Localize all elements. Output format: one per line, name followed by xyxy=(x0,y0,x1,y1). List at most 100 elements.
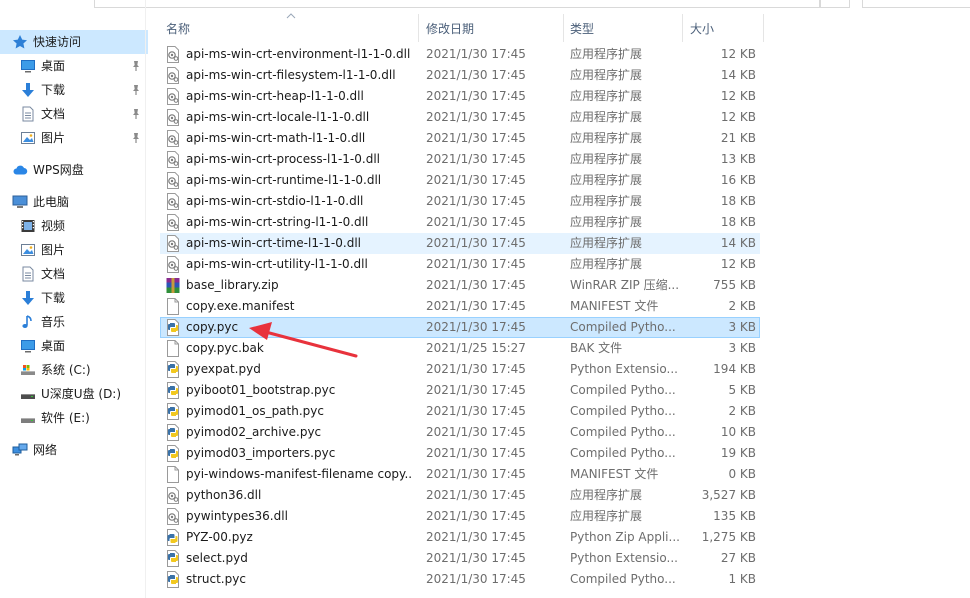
cloud-icon xyxy=(12,162,28,178)
address-bar[interactable] xyxy=(94,0,820,8)
column-resize-handle[interactable] xyxy=(682,14,683,42)
file-row[interactable]: PYZ-00.pyz 2021/1/30 17:45 Python Zip Appl… xyxy=(160,527,760,548)
column-resize-handle[interactable] xyxy=(763,14,764,42)
desktop-icon xyxy=(20,58,36,74)
sidebar-item[interactable]: 下载 xyxy=(0,286,148,310)
file-name: api-ms-win-crt-environment-l1-1-0.dll xyxy=(186,47,411,61)
file-row[interactable]: api-ms-win-crt-locale-l1-1-0.dll 2021/1/3… xyxy=(160,107,760,128)
desktop-icon xyxy=(20,338,36,354)
file-name: base_library.zip xyxy=(186,278,279,292)
file-row[interactable]: api-ms-win-crt-string-l1-1-0.dll 2021/1/3… xyxy=(160,212,760,233)
file-size: 5 KB xyxy=(728,383,756,397)
sidebar-item[interactable]: 桌面 xyxy=(0,54,148,78)
column-header-date-label: 修改日期 xyxy=(426,21,475,36)
computer-icon xyxy=(12,194,28,210)
file-row[interactable]: copy.exe.manifest 2021/1/30 17:45 MANIFEST… xyxy=(160,296,760,317)
file-size: 13 KB xyxy=(720,152,756,166)
sidebar-item[interactable]: 文档 xyxy=(0,262,148,286)
file-row[interactable]: select.pyd 2021/1/30 17:45 Python Extensio… xyxy=(160,548,760,569)
file-row[interactable]: pywintypes36.dll 2021/1/30 17:45 应用程序扩展 135… xyxy=(160,506,760,527)
sidebar-item[interactable]: 下载 xyxy=(0,78,148,102)
file-row[interactable]: api-ms-win-crt-runtime-l1-1-0.dll 2021/1/… xyxy=(160,170,760,191)
dll-file-icon xyxy=(165,193,181,210)
sidebar-item[interactable]: 图片 xyxy=(0,126,148,150)
sidebar-item-label: 图片 xyxy=(41,243,66,257)
file-name: struct.pyc xyxy=(186,572,246,586)
file-row[interactable]: copy.pyc.bak 2021/1/25 15:27 BAK 文件 3 KB xyxy=(160,338,760,359)
file-name: api-ms-win-crt-string-l1-1-0.dll xyxy=(186,215,369,229)
column-header-size-label: 大小 xyxy=(690,21,715,36)
file-modified-date: 2021/1/30 17:45 xyxy=(426,530,526,544)
refresh-button[interactable] xyxy=(820,0,850,8)
pane-divider[interactable] xyxy=(145,0,146,598)
file-size: 755 KB xyxy=(713,278,756,292)
file-row[interactable]: pyiboot01_bootstrap.pyc 2021/1/30 17:45 Co… xyxy=(160,380,760,401)
sidebar-item[interactable]: WPS网盘 xyxy=(0,158,148,182)
search-box[interactable] xyxy=(862,0,970,8)
file-row[interactable]: struct.pyc 2021/1/30 17:45 Compiled Pytho.… xyxy=(160,569,760,590)
file-row[interactable]: api-ms-win-crt-heap-l1-1-0.dll 2021/1/30 … xyxy=(160,86,760,107)
file-type: 应用程序扩展 xyxy=(570,257,643,271)
file-modified-date: 2021/1/30 17:45 xyxy=(426,299,526,313)
file-type: BAK 文件 xyxy=(570,341,623,355)
file-row[interactable]: pyimod03_importers.pyc 2021/1/30 17:45 Com… xyxy=(160,443,760,464)
file-row[interactable]: api-ms-win-crt-utility-l1-1-0.dll 2021/1/… xyxy=(160,254,760,275)
file-row[interactable]: pyi-windows-manifest-filename copy.... 20… xyxy=(160,464,760,485)
file-type: 应用程序扩展 xyxy=(570,47,643,61)
file-row[interactable]: pyimod01_os_path.pyc 2021/1/30 17:45 Compi… xyxy=(160,401,760,422)
file-row[interactable]: api-ms-win-crt-time-l1-1-0.dll 2021/1/30 … xyxy=(160,233,760,254)
python-extension-icon xyxy=(165,550,181,567)
file-name: api-ms-win-crt-math-l1-1-0.dll xyxy=(186,131,366,145)
file-name: copy.exe.manifest xyxy=(186,299,295,313)
column-header-size[interactable]: 大小 xyxy=(684,14,764,42)
column-header-type[interactable]: 类型 xyxy=(564,14,682,42)
file-size: 14 KB xyxy=(720,236,756,250)
file-type: 应用程序扩展 xyxy=(570,488,643,502)
sidebar-item[interactable]: 桌面 xyxy=(0,334,148,358)
file-size: 1,275 KB xyxy=(701,530,756,544)
sidebar-item[interactable]: 此电脑 xyxy=(0,190,148,214)
file-type: Compiled Pytho... xyxy=(570,404,676,418)
column-resize-handle[interactable] xyxy=(418,14,419,42)
file-type: WinRAR ZIP 压缩... xyxy=(570,278,680,292)
file-row[interactable]: python36.dll 2021/1/30 17:45 应用程序扩展 3,527 K… xyxy=(160,485,760,506)
file-row[interactable]: base_library.zip 2021/1/30 17:45 WinRAR ZI… xyxy=(160,275,760,296)
file-name: api-ms-win-crt-utility-l1-1-0.dll xyxy=(186,257,368,271)
sidebar-item[interactable]: 视频 xyxy=(0,214,148,238)
file-row[interactable]: copy.pyc 2021/1/30 17:45 Compiled Pytho...… xyxy=(160,317,760,338)
sidebar-item[interactable]: 网络 xyxy=(0,438,148,462)
file-modified-date: 2021/1/30 17:45 xyxy=(426,362,526,376)
file-row[interactable]: api-ms-win-crt-stdio-l1-1-0.dll 2021/1/30… xyxy=(160,191,760,212)
file-name: api-ms-win-crt-locale-l1-1-0.dll xyxy=(186,110,370,124)
file-size: 12 KB xyxy=(720,89,756,103)
file-modified-date: 2021/1/30 17:45 xyxy=(426,194,526,208)
file-row[interactable]: api-ms-win-crt-filesystem-l1-1-0.dll 2021… xyxy=(160,65,760,86)
file-size: 21 KB xyxy=(720,131,756,145)
music-icon xyxy=(20,314,36,330)
sidebar-item[interactable]: 文档 xyxy=(0,102,148,126)
sidebar-item[interactable]: 软件 (E:) xyxy=(0,406,148,430)
network-icon xyxy=(12,442,28,458)
file-row[interactable]: api-ms-win-crt-math-l1-1-0.dll 2021/1/30 … xyxy=(160,128,760,149)
sidebar-item[interactable]: 快速访问 xyxy=(0,30,148,54)
file-name: api-ms-win-crt-time-l1-1-0.dll xyxy=(186,236,361,250)
sidebar-item-label: 桌面 xyxy=(41,59,66,73)
sidebar-item[interactable]: 系统 (C:) xyxy=(0,358,148,382)
python-compiled-icon xyxy=(165,382,181,399)
file-type: Compiled Pytho... xyxy=(570,446,676,460)
file-type: 应用程序扩展 xyxy=(570,215,643,229)
dll-file-icon xyxy=(165,88,181,105)
sidebar-item[interactable]: 音乐 xyxy=(0,310,148,334)
column-header-date[interactable]: 修改日期 xyxy=(420,14,562,42)
file-modified-date: 2021/1/30 17:45 xyxy=(426,425,526,439)
file-row[interactable]: pyimod02_archive.pyc 2021/1/30 17:45 Compi… xyxy=(160,422,760,443)
file-row[interactable]: api-ms-win-crt-process-l1-1-0.dll 2021/1/… xyxy=(160,149,760,170)
file-size: 2 KB xyxy=(728,404,756,418)
file-row[interactable]: api-ms-win-crt-environment-l1-1-0.dll 202… xyxy=(160,44,760,65)
dll-file-icon xyxy=(165,130,181,147)
sidebar-item[interactable]: 图片 xyxy=(0,238,148,262)
file-type: 应用程序扩展 xyxy=(570,110,643,124)
column-header-name[interactable]: 名称 xyxy=(160,14,418,42)
file-row[interactable]: pyexpat.pyd 2021/1/30 17:45 Python Extensi… xyxy=(160,359,760,380)
sidebar-item[interactable]: U深度U盘 (D:) xyxy=(0,382,148,406)
